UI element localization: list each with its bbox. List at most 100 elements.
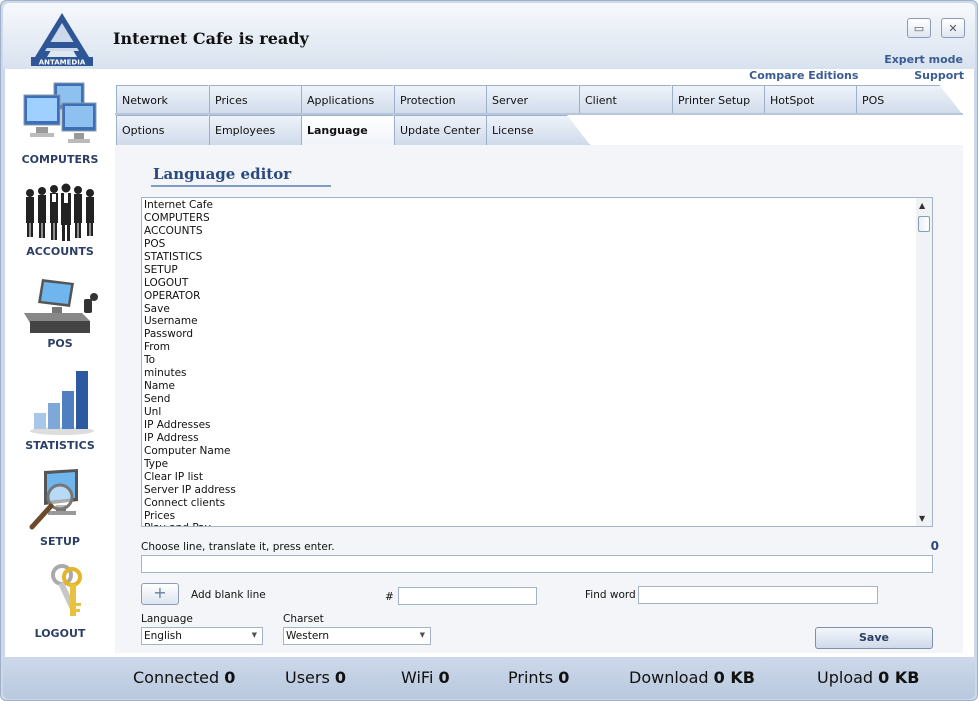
- status-label: Upload: [817, 668, 874, 687]
- line-count: 0: [930, 539, 939, 553]
- list-item[interactable]: Name: [144, 380, 914, 393]
- list-item[interactable]: Computer Name: [144, 445, 914, 458]
- status-value: 0: [224, 668, 236, 687]
- sidebar-item-label: POS: [47, 337, 73, 350]
- add-blank-line-label: Add blank line: [191, 589, 266, 601]
- status-download: Download 0 KB: [629, 668, 755, 687]
- sidebar-item-pos[interactable]: POS: [5, 277, 115, 350]
- compare-editions-link[interactable]: Compare Editions: [749, 69, 858, 82]
- title-bar: ANTAMEDIA Internet Cafe is ready ▭ ✕ Exp…: [3, 3, 975, 69]
- support-link[interactable]: Support: [914, 69, 964, 82]
- list-item[interactable]: Connect clients: [144, 497, 914, 510]
- sidebar-item-label: ACCOUNTS: [26, 245, 94, 258]
- list-item[interactable]: POS: [144, 238, 914, 251]
- expert-mode-link[interactable]: Expert mode: [884, 53, 963, 66]
- list-item[interactable]: IP Addresses: [144, 419, 914, 432]
- scroll-thumb[interactable]: [918, 216, 930, 232]
- list-item[interactable]: Server IP address: [144, 484, 914, 497]
- list-item[interactable]: Prices: [144, 510, 914, 523]
- list-item[interactable]: LOGOUT: [144, 277, 914, 290]
- vertical-scrollbar[interactable]: ▲ ▼: [916, 198, 932, 526]
- list-item[interactable]: Save: [144, 303, 914, 316]
- charset-value: Western: [286, 630, 330, 642]
- charset-select[interactable]: Western ▼: [283, 627, 431, 645]
- tab-license[interactable]: License: [486, 115, 590, 145]
- app-window: ANTAMEDIA Internet Cafe is ready ▭ ✕ Exp…: [0, 0, 978, 701]
- language-select[interactable]: English ▼: [141, 627, 263, 645]
- list-item[interactable]: ACCOUNTS: [144, 225, 914, 238]
- save-button[interactable]: Save: [815, 627, 933, 649]
- sidebar-item-accounts[interactable]: ACCOUNTS: [5, 181, 115, 258]
- scroll-up-icon[interactable]: ▲: [919, 201, 925, 210]
- sidebar-item-label: LOGOUT: [34, 627, 86, 640]
- antamedia-logo: ANTAMEDIA: [31, 13, 93, 67]
- list-item[interactable]: From: [144, 341, 914, 354]
- sidebar-item-computers[interactable]: COMPUTERS: [5, 81, 115, 166]
- status-connected: Connected 0: [133, 668, 235, 687]
- sidebar-item-label: SETUP: [40, 535, 80, 548]
- list-item[interactable]: Password: [144, 328, 914, 341]
- status-label: Prints: [508, 668, 554, 687]
- list-item[interactable]: IP Address: [144, 432, 914, 445]
- sidebar-item-setup[interactable]: SETUP: [5, 467, 115, 548]
- sidebar-item-statistics[interactable]: STATISTICS: [5, 367, 115, 452]
- top-links: Compare Editions Support: [697, 69, 964, 82]
- charset-label: Charset: [283, 613, 324, 625]
- tab-row-divider: [115, 113, 963, 115]
- window-title: Internet Cafe is ready: [113, 29, 309, 48]
- logout-icon: [51, 564, 82, 616]
- status-value: 0 KB: [713, 668, 755, 687]
- list-item[interactable]: Clear IP list: [144, 471, 914, 484]
- language-lines-list[interactable]: Internet Cafe COMPUTERS ACCOUNTS POS STATIST…: [141, 197, 933, 527]
- find-word-label: Find word: [585, 589, 636, 601]
- sidebar-item-label: STATISTICS: [25, 439, 95, 452]
- scroll-down-icon[interactable]: ▼: [919, 514, 925, 523]
- statistics-icon: [30, 371, 94, 435]
- line-number-input[interactable]: [398, 587, 537, 605]
- add-blank-line-button[interactable]: +: [141, 583, 179, 605]
- status-upload: Upload 0 KB: [817, 668, 919, 687]
- list-item[interactable]: To: [144, 354, 914, 367]
- translation-input[interactable]: [141, 555, 933, 573]
- list-item[interactable]: SETUP: [144, 264, 914, 277]
- minimize-button[interactable]: ▭: [907, 18, 931, 38]
- list-item[interactable]: Unl: [144, 406, 914, 419]
- instruction-text: Choose line, translate it, press enter.: [141, 541, 335, 553]
- status-bar: Connected 0 Users 0 WiFi 0 Prints 0 Down…: [3, 657, 975, 699]
- list-item[interactable]: Internet Cafe: [144, 199, 914, 212]
- language-lines: Internet Cafe COMPUTERS ACCOUNTS POS STATIST…: [144, 199, 914, 526]
- list-item[interactable]: Type: [144, 458, 914, 471]
- status-value: 0: [334, 668, 347, 687]
- list-item[interactable]: Send: [144, 393, 914, 406]
- status-value: 0: [558, 668, 570, 687]
- status-value: 0 KB: [878, 668, 920, 687]
- list-item[interactable]: COMPUTERS: [144, 212, 914, 225]
- language-label: Language: [141, 613, 193, 625]
- setup-icon: [29, 469, 78, 530]
- accounts-icon: [26, 183, 94, 241]
- logo-text: ANTAMEDIA: [39, 59, 86, 67]
- status-label: WiFi: [401, 668, 434, 687]
- close-button[interactable]: ✕: [941, 18, 965, 38]
- find-word-input[interactable]: [638, 586, 878, 604]
- language-value: English: [144, 630, 182, 642]
- pos-icon: [24, 279, 98, 333]
- chevron-down-icon: ▼: [251, 631, 257, 639]
- list-item[interactable]: minutes: [144, 367, 914, 380]
- status-wifi: WiFi 0: [401, 668, 450, 687]
- status-prints: Prints 0: [508, 668, 569, 687]
- status-users: Users 0: [285, 668, 346, 687]
- line-number-label: #: [385, 591, 394, 603]
- computers-icon: [23, 82, 97, 143]
- list-item[interactable]: Play and Pay: [144, 522, 914, 526]
- list-item[interactable]: STATISTICS: [144, 251, 914, 264]
- tab-pos[interactable]: POS: [856, 85, 963, 115]
- status-label: Users: [285, 668, 330, 687]
- sidebar-item-label: COMPUTERS: [21, 153, 99, 166]
- list-item[interactable]: OPERATOR: [144, 290, 914, 303]
- status-label: Download: [629, 668, 709, 687]
- status-label: Connected: [133, 668, 220, 687]
- list-item[interactable]: Username: [144, 315, 914, 328]
- main-content: Compare Editions Support COMPUTERS ACCOU…: [5, 69, 974, 657]
- sidebar-item-logout[interactable]: LOGOUT: [5, 563, 115, 640]
